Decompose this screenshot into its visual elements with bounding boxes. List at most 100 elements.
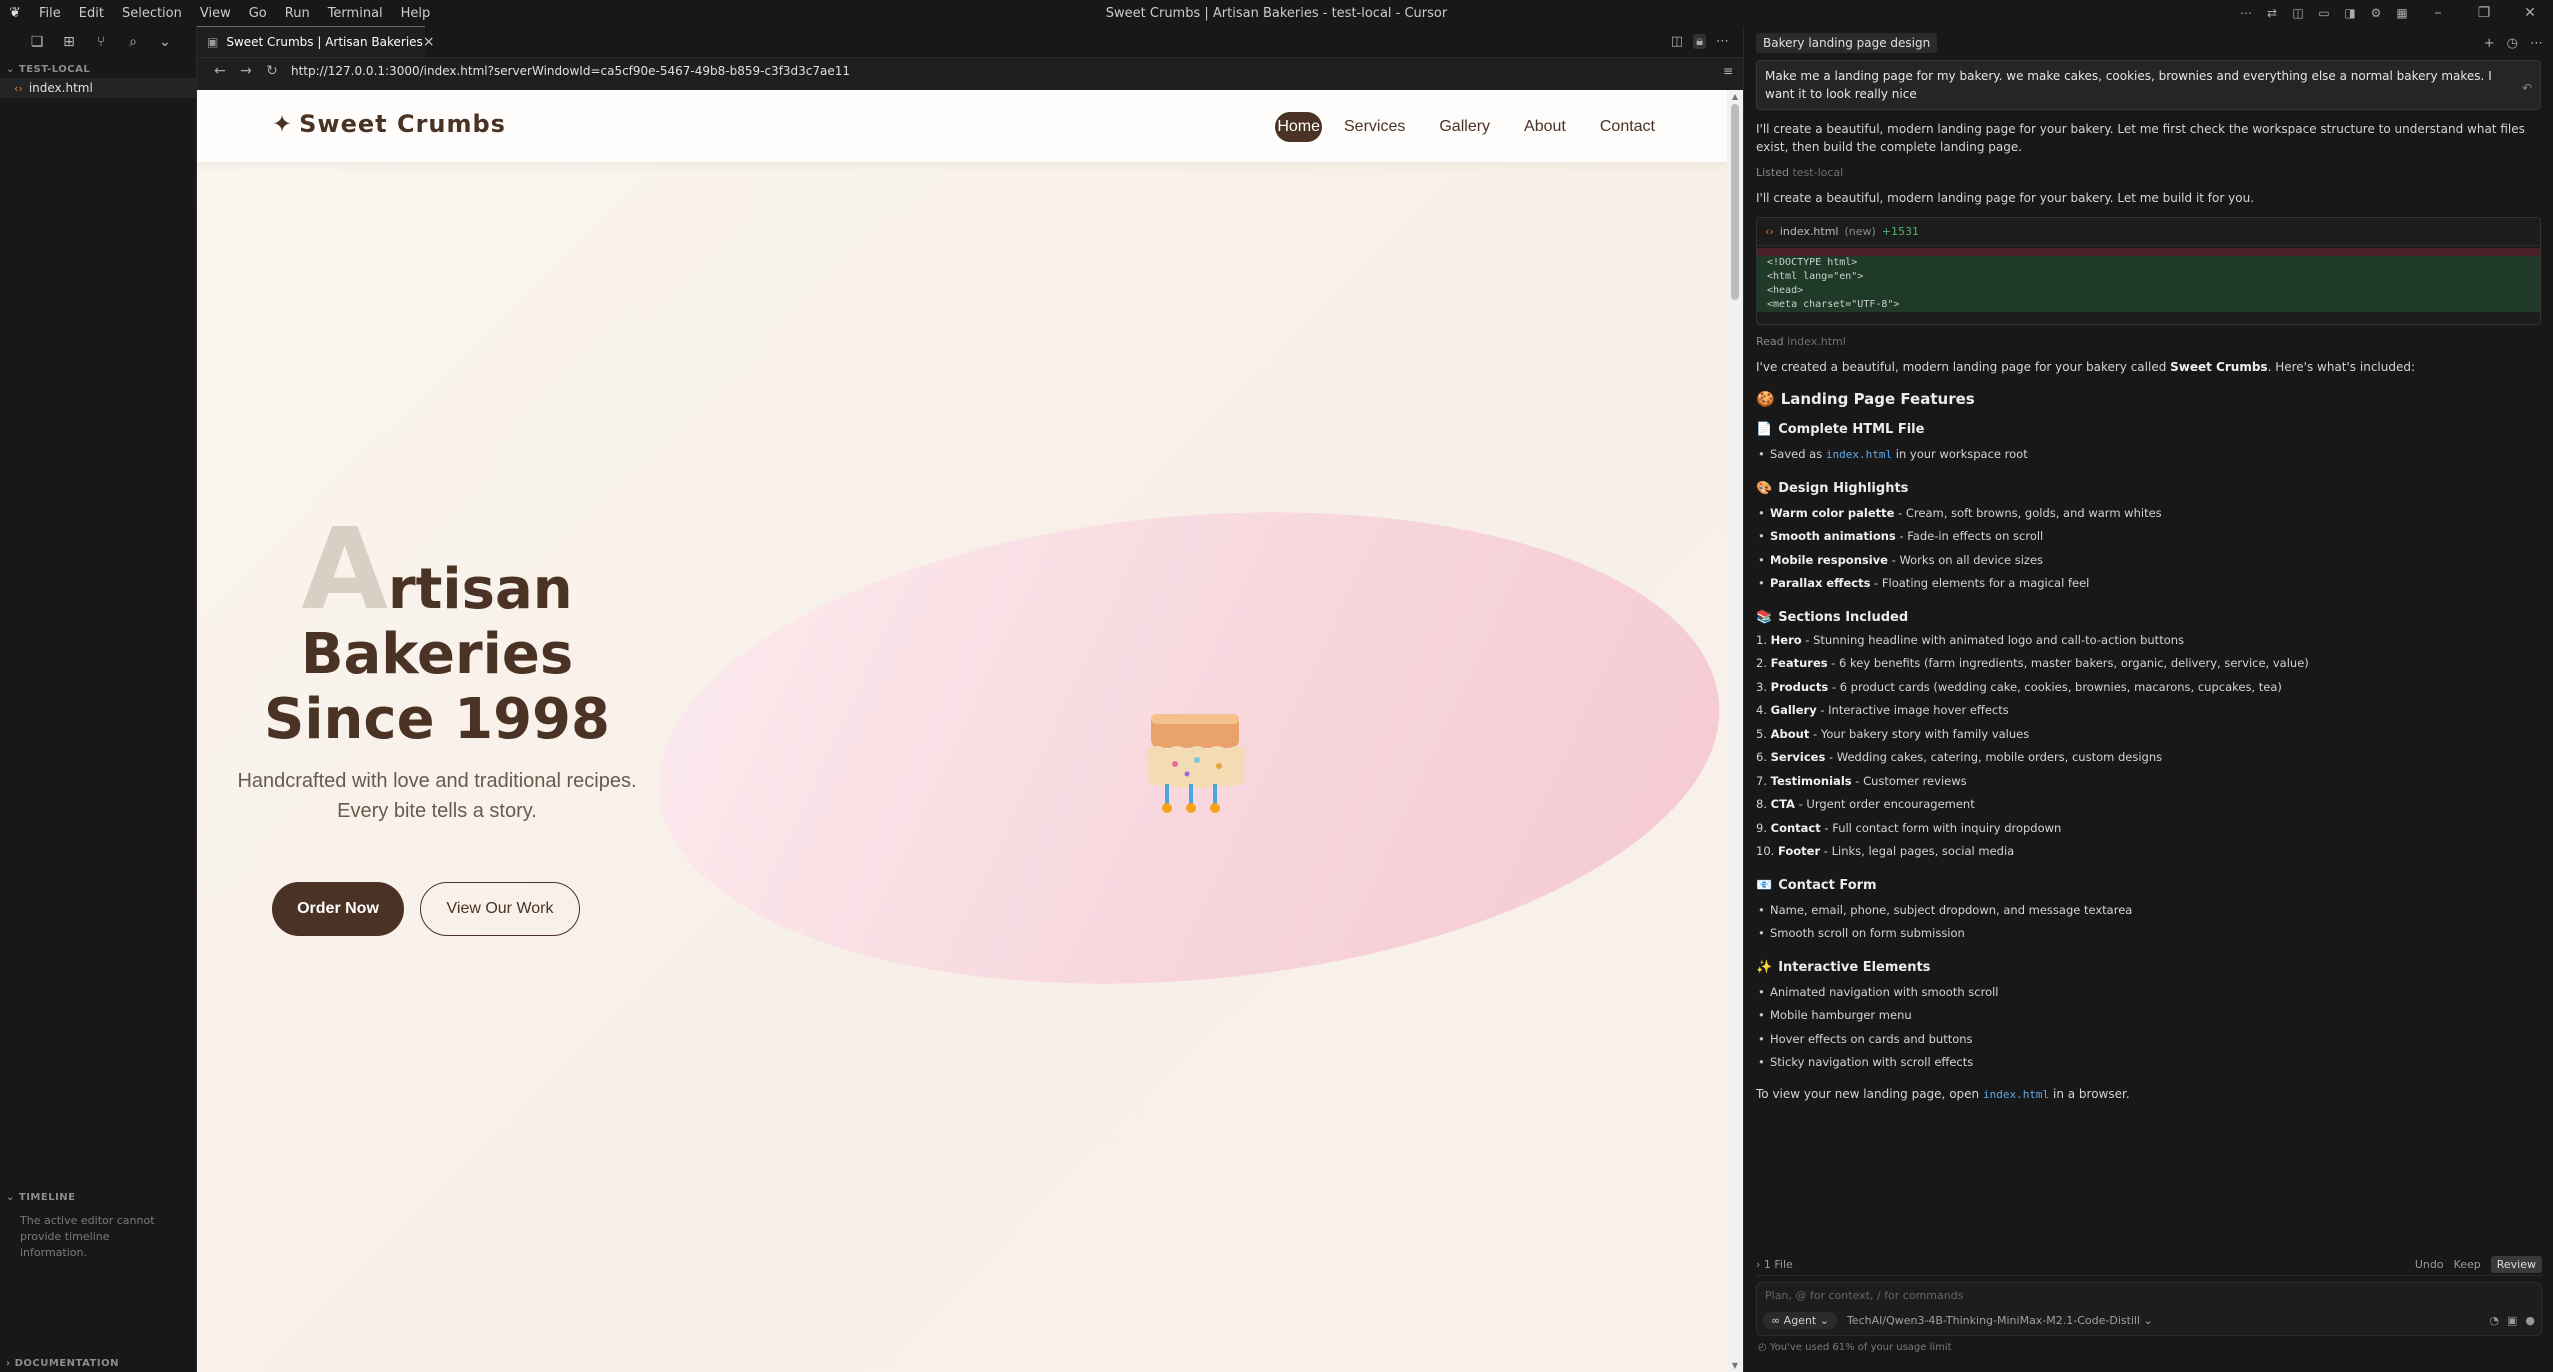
scrollbar-thumb[interactable] [1731,104,1739,300]
history-icon[interactable]: ◷ [2507,36,2518,51]
item-number: 10. [1756,844,1775,858]
section-list-item: 1. Hero - Stunning headline with animate… [1756,629,2541,653]
complete-file-heading: 📄 Complete HTML File [1756,422,1925,437]
menu-terminal[interactable]: Terminal [319,6,392,21]
item-number: 1. [1756,632,1767,647]
item-text: - 6 product cards (wedding cake, cookies… [1828,679,2282,694]
split-editor-icon[interactable]: ◫ [1671,34,1683,49]
chat-more-icon[interactable]: ⋯ [2530,36,2543,51]
code-diff-card[interactable]: ‹› index.html (new) +1531 <!DOCTYPE html… [1756,217,2541,325]
menu-edit[interactable]: Edit [70,6,113,21]
hamburger-menu-icon[interactable]: ≡ [1713,64,1743,78]
section-list-item: 2. Features - 6 key benefits (farm ingre… [1756,652,2541,676]
item-text: - Customer reviews [1851,773,1967,788]
files-icon[interactable]: ❏ [28,34,46,50]
agent-mode-select[interactable]: ∞ Agent ⌄ [1763,1312,1837,1329]
chat-tab[interactable]: Bakery landing page design [1756,33,1938,53]
menu-file[interactable]: File [30,6,70,21]
send-icon[interactable]: ● [2525,1314,2535,1327]
menu-run[interactable]: Run [276,6,319,21]
toggle-sidebar-icon[interactable]: ◫ [2289,6,2307,20]
more-icon[interactable]: ⋯ [2237,6,2255,20]
menu-go[interactable]: Go [240,6,276,21]
workspace-section-header[interactable]: ⌄ TEST-LOCAL [0,58,196,75]
sparkles-icon: ✨ [1756,959,1773,975]
nav-contact[interactable]: Contact [1588,113,1667,141]
sparkle-icon: ✦ [272,110,294,138]
editor-more-icon[interactable]: ⋯ [1716,34,1729,49]
page-scrollbar[interactable]: ▲ ▼ [1727,90,1743,1372]
chevron-down-icon[interactable]: ⌄ [156,34,174,50]
search-icon[interactable]: ⌕ [124,34,142,50]
item-number: 2. [1756,656,1767,670]
lock-icon[interactable]: 🔒︎ [1693,34,1706,49]
hero-subtext-line1: Handcrafted with love and traditional re… [237,770,637,792]
reload-icon[interactable]: ↻ [259,63,285,79]
item-bold: About [1770,726,1810,741]
review-button[interactable]: Review [2490,1256,2542,1273]
revert-icon[interactable]: ↶ [2522,79,2532,97]
html-file-icon: ‹› [1765,225,1774,238]
menu-help[interactable]: Help [392,6,440,21]
item-text: - Urgent order encouragement [1794,797,1975,811]
item-number: 3. [1756,679,1767,694]
browser-tab[interactable]: ▣ Sweet Crumbs | Artisan Bakeries × [197,26,435,57]
code-added-count: +1531 [1881,225,1920,238]
extensions-icon[interactable]: ⊞ [60,34,78,50]
view-our-work-button[interactable]: View Our Work [420,882,580,936]
item-bold: Parallax effects [1770,576,1871,590]
restore-icon[interactable]: ❐ [2461,5,2507,21]
file-item-index-html[interactable]: ‹› index.html [0,78,196,98]
url-input[interactable]: http://127.0.0.1:3000/index.html?serverW… [291,64,1713,78]
contact-list-item: Smooth scroll on form submission [1756,922,2541,946]
minimize-icon[interactable]: – [2415,5,2461,21]
model-select[interactable]: TechAI/Qwen3-4B-Thinking-MiniMax-M2.1-Co… [1847,1314,2153,1327]
close-window-icon[interactable]: ✕ [2507,5,2553,21]
image-attach-icon[interactable]: ▣ [2507,1314,2517,1327]
nav-home[interactable]: Home [1275,112,1322,142]
hero-text: Artisan Bakeries Since 1998 Handcrafted … [237,514,637,826]
menu-view[interactable]: View [191,6,240,21]
layout-icon[interactable]: ▦ [2393,6,2411,20]
documentation-section-header[interactable]: › DOCUMENTATION [0,1352,119,1369]
nav-services[interactable]: Services [1332,113,1417,141]
nav-about[interactable]: About [1512,113,1578,141]
site-logo[interactable]: ✦ Sweet Crumbs [272,110,506,138]
interactive-list-item: Animated navigation with smooth scroll [1756,981,2541,1005]
back-icon[interactable]: ← [207,63,233,79]
item-text: - Full contact form with inquiry dropdow… [1820,820,2062,835]
timeline-section-header[interactable]: ⌄ TIMELINE [0,1192,197,1203]
menu-selection[interactable]: Selection [113,6,191,21]
files-count[interactable]: › 1 File [1756,1258,1793,1271]
item-bold: Footer [1777,844,1821,858]
scroll-down-icon[interactable]: ▼ [1727,1361,1743,1370]
section-list-item: 5. About - Your bakery story with family… [1756,723,2541,747]
section-list-item: 8. CTA - Urgent order encouragement [1756,793,2541,817]
undo-button[interactable]: Undo [2415,1258,2444,1271]
source-control-icon[interactable]: ⑂ [92,34,110,50]
item-bold: Testimonials [1770,773,1852,788]
hero-subtext: Handcrafted with love and traditional re… [237,766,637,826]
order-now-button[interactable]: Order Now [272,882,404,936]
code-preview: <!DOCTYPE html> <html lang="en"> <head> … [1757,246,2540,324]
interactive-list-item: Mobile hamburger menu [1756,1004,2541,1028]
close-tab-icon[interactable]: × [423,34,435,50]
forward-icon[interactable]: → [233,63,259,79]
keep-button[interactable]: Keep [2454,1258,2481,1271]
swap-icon[interactable]: ⇄ [2263,6,2281,20]
section-list-item: 6. Services - Wedding cakes, catering, m… [1756,746,2541,770]
chat-composer[interactable]: Plan, @ for context, / for commands ∞ Ag… [1756,1282,2542,1336]
landing-page: ✦ Sweet Crumbs Home Services Gallery Abou… [197,90,1727,1372]
toggle-secondary-icon[interactable]: ◨ [2341,6,2359,20]
settings-icon[interactable]: ⚙ [2367,6,2385,20]
user-message[interactable]: Make me a landing page for my bakery. we… [1756,60,2541,110]
toggle-panel-icon[interactable]: ▭ [2315,6,2333,20]
new-chat-icon[interactable]: + [2484,36,2495,51]
nav-gallery[interactable]: Gallery [1427,113,1502,141]
design-list-item: Smooth animations - Fade-in effects on s… [1756,525,2541,549]
changed-files-bar: › 1 File Undo Keep Review [1756,1254,2542,1276]
cursor-logo-icon: ❦ [9,5,21,21]
browser-tab-icon: ▣ [207,35,219,49]
scroll-up-icon[interactable]: ▲ [1727,92,1743,101]
books-icon: 📚 [1756,609,1773,625]
